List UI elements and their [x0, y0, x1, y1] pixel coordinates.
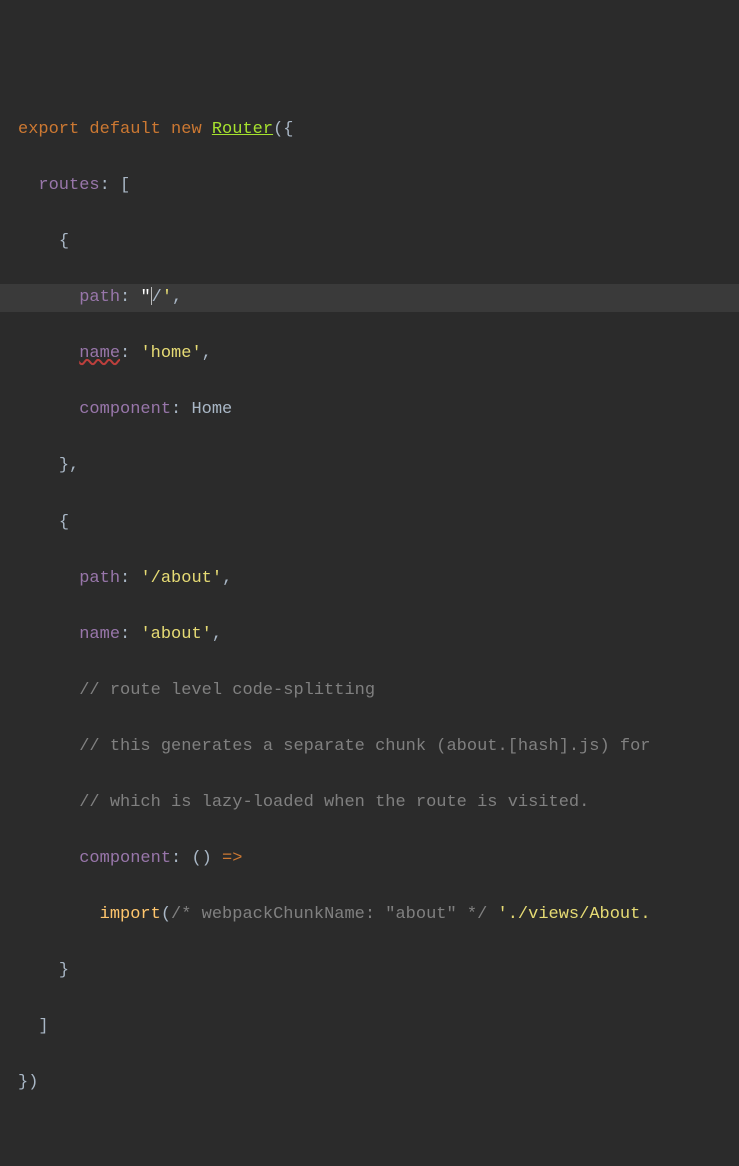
- code-line-2[interactable]: routes: [: [0, 172, 739, 200]
- comment-line: // which is lazy-loaded when the route i…: [79, 793, 589, 812]
- code-line-7[interactable]: },: [0, 452, 739, 480]
- code-line-5[interactable]: name: 'home',: [0, 340, 739, 368]
- prop-routes: routes: [38, 176, 99, 195]
- prop-name: name: [79, 344, 120, 363]
- prop-component-2: component: [79, 849, 171, 868]
- code-line-3[interactable]: {: [0, 228, 739, 256]
- keyword-default: default: [89, 120, 160, 139]
- func-import: import: [100, 905, 161, 924]
- code-line-17[interactable]: ]: [0, 1013, 739, 1041]
- code-line-1[interactable]: export default new Router({: [0, 116, 739, 144]
- code-line-16[interactable]: }: [0, 957, 739, 985]
- prop-path: path: [79, 288, 120, 307]
- code-line-10[interactable]: name: 'about',: [0, 621, 739, 649]
- code-line-13[interactable]: // which is lazy-loaded when the route i…: [0, 789, 739, 817]
- arrow-function: =>: [212, 849, 243, 868]
- code-line-8[interactable]: {: [0, 509, 739, 537]
- comment-line: // this generates a separate chunk (abou…: [79, 737, 650, 756]
- keyword-export: export: [18, 120, 79, 139]
- code-line-12[interactable]: // this generates a separate chunk (abou…: [0, 733, 739, 761]
- prop-component: component: [79, 400, 171, 419]
- keyword-new: new: [171, 120, 202, 139]
- class-router: Router: [212, 120, 273, 139]
- prop-path-2: path: [79, 569, 120, 588]
- code-line-14[interactable]: component: () =>: [0, 845, 739, 873]
- paren-open: ({: [273, 120, 293, 139]
- prop-name-2: name: [79, 625, 120, 644]
- text-cursor: [151, 287, 152, 305]
- code-line-18[interactable]: }): [0, 1069, 739, 1097]
- code-line-15[interactable]: import(/* webpackChunkName: "about" */ '…: [0, 901, 739, 929]
- code-line-4-active[interactable]: path: "/',: [0, 284, 739, 312]
- code-line-6[interactable]: component: Home: [0, 396, 739, 424]
- comment-line: // route level code-splitting: [79, 681, 375, 700]
- code-line-11[interactable]: // route level code-splitting: [0, 677, 739, 705]
- webpack-comment: /* webpackChunkName: "about" */: [171, 905, 487, 924]
- code-line-9[interactable]: path: '/about',: [0, 565, 739, 593]
